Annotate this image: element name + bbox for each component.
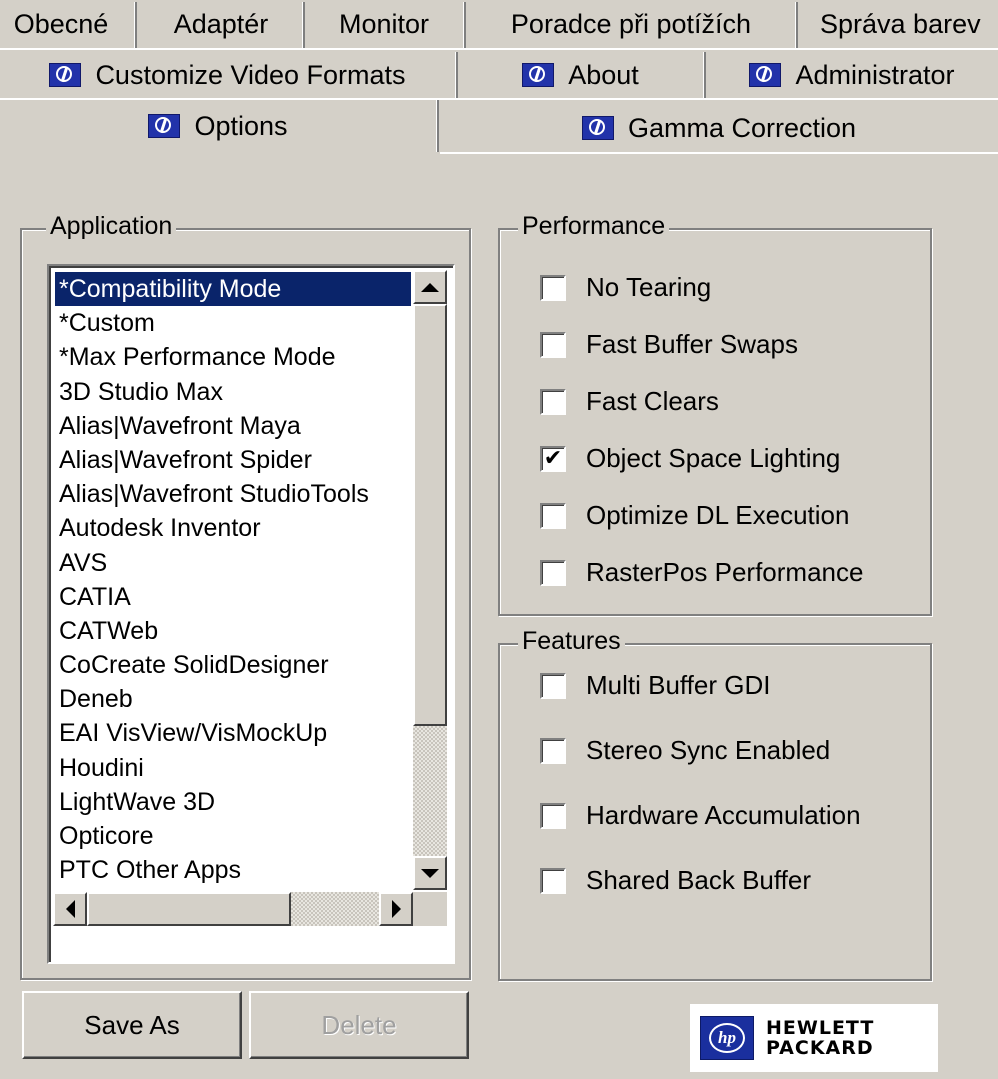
scroll-down-button[interactable] [413, 856, 447, 890]
horizontal-scroll-thumb[interactable] [87, 892, 291, 926]
tab-adapter[interactable]: Adaptér [137, 0, 305, 48]
checkbox-label: Stereo Sync Enabled [586, 735, 831, 765]
hp-icon [581, 116, 614, 140]
list-item[interactable]: Opticore [55, 819, 411, 853]
tab-gamma-correction[interactable]: Gamma Correction [440, 104, 998, 152]
list-item[interactable]: CATWeb [55, 614, 411, 648]
performance-option-2[interactable]: Fast Buffer Swaps [540, 329, 798, 360]
list-item[interactable]: AVS [55, 546, 411, 580]
arrow-left-icon [65, 900, 75, 918]
arrow-up-icon [421, 282, 439, 292]
performance-option-3[interactable]: Fast Clears [540, 386, 719, 417]
performance-option-6[interactable]: RasterPos Performance [540, 557, 863, 588]
performance-option-5[interactable]: Optimize DL Execution [540, 500, 849, 531]
tab-options[interactable]: Options [0, 100, 436, 152]
list-item[interactable]: *Compatibility Mode [55, 272, 411, 307]
tab-divider [436, 100, 439, 152]
tab-monitor[interactable]: Monitor [305, 0, 463, 48]
delete-button[interactable]: Delete [249, 991, 469, 1059]
application-group-title: Application [46, 212, 177, 241]
list-item[interactable]: Alias|Wavefront Maya [55, 409, 411, 443]
checkbox-label: Hardware Accumulation [586, 800, 861, 830]
hp-logo-mark: hp [700, 1016, 754, 1060]
scroll-corner [413, 892, 447, 926]
checkbox-label: Optimize DL Execution [586, 500, 850, 530]
features-option-3[interactable]: Hardware Accumulation [540, 800, 861, 831]
application-listbox[interactable]: *Compatibility Mode *Custom *Max Performan… [47, 264, 455, 964]
list-item[interactable]: PTC Other Apps [55, 853, 411, 887]
checkbox-label: RasterPos Performance [586, 557, 864, 587]
list-item[interactable]: EAI VisView/VisMockUp [55, 716, 411, 750]
scroll-left-button[interactable] [53, 892, 87, 926]
checkbox-label: Multi Buffer GDI [586, 670, 771, 700]
tab-about[interactable]: About [458, 50, 703, 100]
checkbox[interactable] [540, 331, 566, 358]
list-item[interactable]: Deneb [55, 682, 411, 716]
vertical-scroll-thumb[interactable] [413, 304, 447, 726]
checkbox[interactable] [540, 559, 566, 586]
tab-customize-video-formats[interactable]: Customize Video Formats [0, 50, 455, 100]
save-as-button[interactable]: Save As [22, 991, 242, 1059]
arrow-down-icon [421, 868, 439, 878]
arrow-right-icon [391, 900, 401, 918]
list-item[interactable]: *Custom [55, 306, 411, 340]
features-group-title: Features [518, 627, 625, 656]
tab-troubleshoot[interactable]: Poradce při potížích [466, 0, 796, 48]
list-item[interactable]: 3D Studio Max [55, 375, 411, 409]
hp-icon [749, 63, 782, 87]
features-option-4[interactable]: Shared Back Buffer [540, 865, 811, 896]
hp-logo-text: HEWLETT PACKARD [766, 1017, 875, 1059]
checkbox-label: Shared Back Buffer [586, 865, 811, 895]
hp-icon [522, 63, 555, 87]
checkbox[interactable] [540, 737, 566, 764]
performance-option-4[interactable]: ✔ Object Space Lighting [540, 443, 840, 474]
list-item[interactable]: Alias|Wavefront Spider [55, 443, 411, 477]
list-item[interactable]: LightWave 3D [55, 785, 411, 819]
features-option-2[interactable]: Stereo Sync Enabled [540, 735, 830, 766]
checkbox[interactable]: ✔ [540, 445, 566, 472]
list-item[interactable]: Alias|Wavefront StudioTools [55, 477, 411, 511]
checkbox[interactable] [540, 672, 566, 699]
checkbox[interactable] [540, 802, 566, 829]
application-list: *Compatibility Mode *Custom *Max Performan… [55, 272, 411, 922]
checkbox[interactable] [540, 274, 566, 301]
tab-row-line [440, 152, 998, 154]
list-item[interactable]: *Max Performance Mode [55, 340, 411, 374]
hp-logo: hp HEWLETT PACKARD [690, 1004, 938, 1072]
hp-icon [49, 63, 82, 87]
list-item[interactable]: CoCreate SolidDesigner [55, 648, 411, 682]
performance-option-1[interactable]: No Tearing [540, 272, 711, 303]
tab-general[interactable]: Obecné [0, 0, 136, 48]
checkbox-label: No Tearing [586, 272, 712, 302]
features-option-1[interactable]: Multi Buffer GDI [540, 670, 770, 701]
list-item[interactable]: CATIA [55, 580, 411, 614]
tab-color-management[interactable]: Správa barev [798, 0, 998, 48]
checkbox-label: Fast Buffer Swaps [586, 329, 798, 359]
checkbox-label: Fast Clears [586, 386, 719, 416]
hp-icon [148, 114, 181, 138]
checkbox[interactable] [540, 502, 566, 529]
checkbox[interactable] [540, 867, 566, 894]
checkbox-label: Object Space Lighting [586, 443, 841, 473]
performance-group-title: Performance [518, 212, 670, 241]
tab-administrator[interactable]: Administrator [706, 50, 998, 100]
list-item[interactable]: Houdini [55, 751, 411, 785]
scroll-up-button[interactable] [413, 270, 447, 304]
list-item[interactable]: Autodesk Inventor [55, 511, 411, 545]
scroll-right-button[interactable] [379, 892, 413, 926]
checkbox[interactable] [540, 388, 566, 415]
